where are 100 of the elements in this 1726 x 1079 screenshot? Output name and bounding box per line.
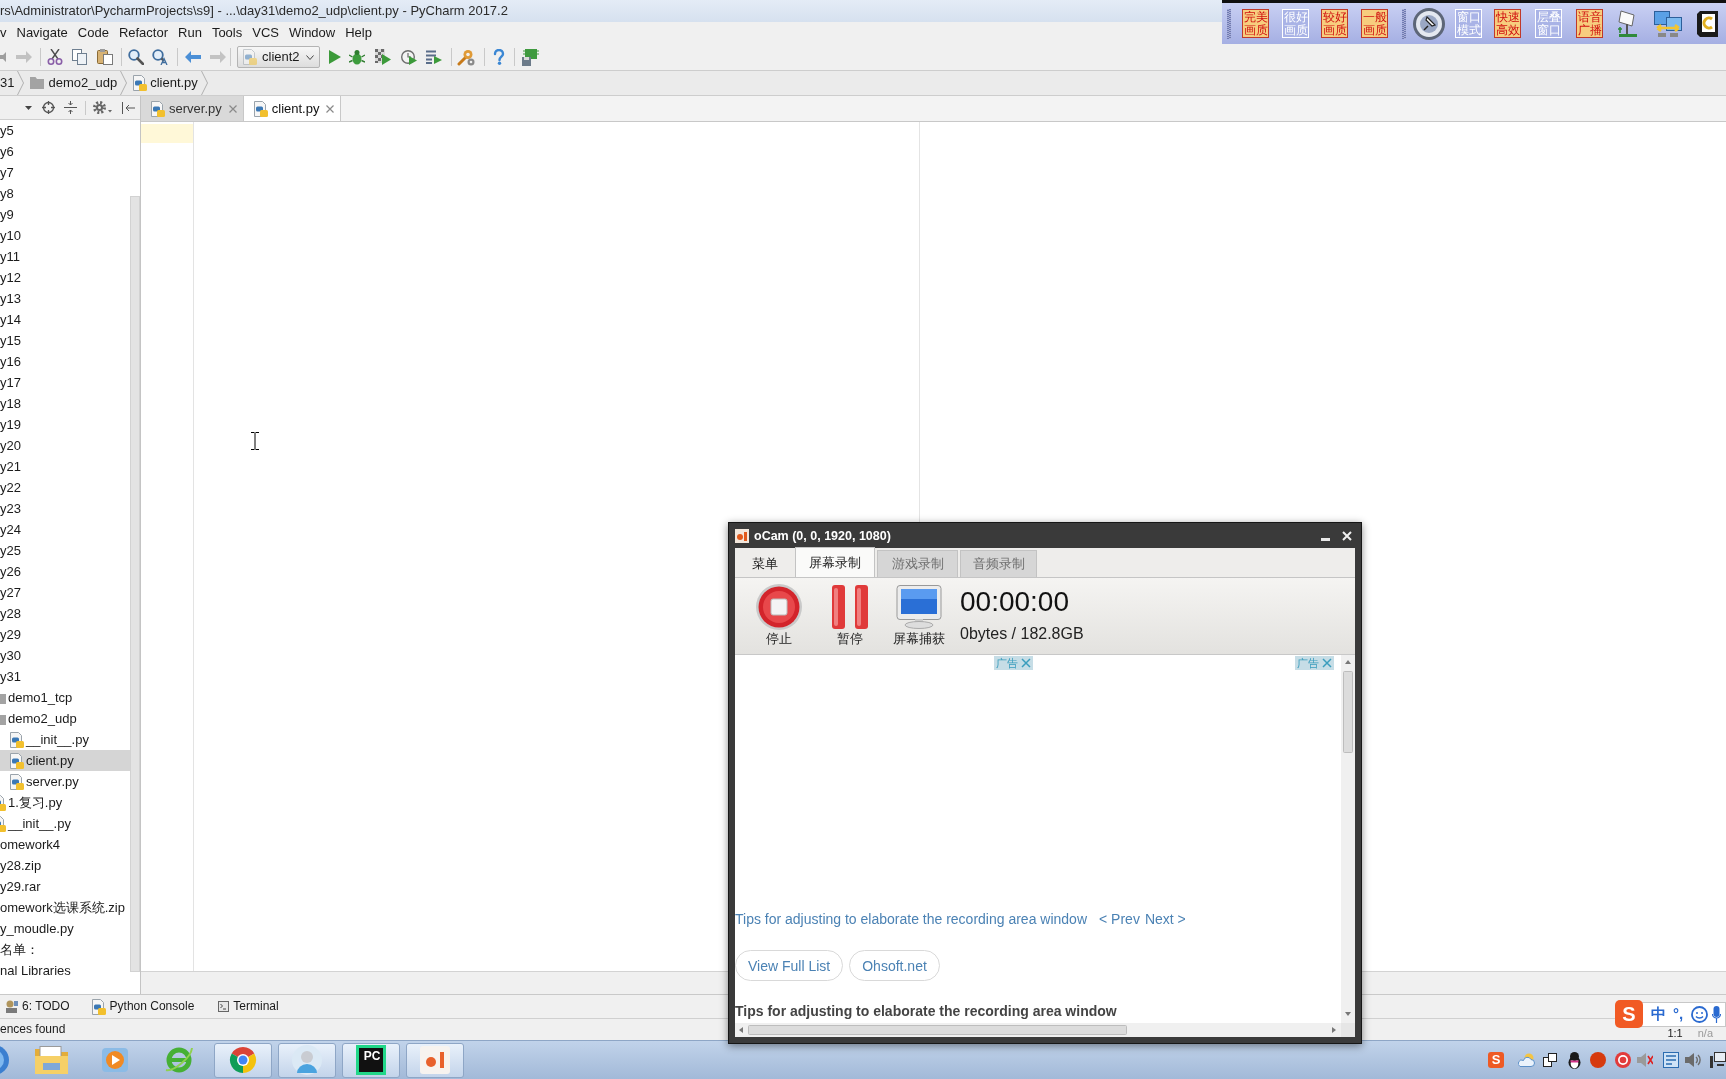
- target-icon[interactable]: [1615, 1052, 1631, 1068]
- pager-link[interactable]: < Prev: [1099, 910, 1140, 928]
- taskbar-button[interactable]: [278, 1042, 336, 1078]
- crosshair-icon[interactable]: [42, 101, 55, 114]
- ime-punctuation[interactable]: °,: [1673, 1005, 1684, 1023]
- tree-item[interactable]: y6: [0, 141, 130, 162]
- taskbar-button[interactable]: [406, 1042, 464, 1078]
- tree-item[interactable]: y30: [0, 645, 130, 666]
- search-icon[interactable]: [128, 49, 144, 65]
- tree-item[interactable]: y29: [0, 624, 130, 645]
- pill-button[interactable]: Ohsoft.net: [849, 950, 940, 981]
- tool-window-button[interactable]: Terminal: [218, 999, 279, 1014]
- tree-item[interactable]: y28: [0, 603, 130, 624]
- tree-item[interactable]: y12: [0, 267, 130, 288]
- help-icon[interactable]: [493, 49, 505, 65]
- collapse-left-icon[interactable]: [122, 101, 135, 114]
- tip-link[interactable]: Tips for adjusting to elaborate the recording area window: [735, 910, 1088, 928]
- tree-item[interactable]: nal Libraries: [0, 960, 130, 981]
- tree-item[interactable]: y14: [0, 309, 130, 330]
- smiley-icon[interactable]: [1691, 1005, 1709, 1023]
- tree-item[interactable]: y31: [0, 666, 130, 687]
- tree-item[interactable]: __init__.py: [0, 729, 130, 750]
- breadcrumb-item[interactable]: client.py: [133, 75, 198, 91]
- tree-item[interactable]: y16: [0, 351, 130, 372]
- menu-item[interactable]: Run: [178, 25, 202, 41]
- tree-item[interactable]: y19: [0, 414, 130, 435]
- scrollbar[interactable]: [130, 196, 140, 972]
- stop-button[interactable]: 停止: [749, 578, 809, 646]
- tree-item[interactable]: omework4: [0, 834, 130, 855]
- tree-item[interactable]: y22: [0, 477, 130, 498]
- tree-item[interactable]: y9: [0, 204, 130, 225]
- chip-icon[interactable]: [522, 48, 539, 66]
- replace-icon[interactable]: [152, 49, 168, 65]
- tree-item[interactable]: y26: [0, 561, 130, 582]
- taskbar-button[interactable]: PC: [342, 1042, 400, 1078]
- tree-item[interactable]: y13: [0, 288, 130, 309]
- tree-item[interactable]: __init__.py: [0, 813, 130, 834]
- tool-window-button[interactable]: 6: TODO: [5, 999, 70, 1014]
- menu-item[interactable]: Tools: [211, 25, 243, 41]
- caret-position[interactable]: 1:1: [1667, 1027, 1683, 1039]
- arrow-left-icon[interactable]: [185, 51, 201, 63]
- recorder-tab[interactable]: 菜单: [736, 550, 793, 577]
- volume-icon[interactable]: [1685, 1052, 1701, 1068]
- film-icon[interactable]: [1697, 10, 1718, 37]
- menu-item[interactable]: Refactor: [118, 25, 169, 41]
- tree-item[interactable]: client.py: [0, 750, 130, 771]
- tree-item[interactable]: 1.复习.py: [0, 792, 130, 813]
- windows-icon[interactable]: [1543, 1053, 1557, 1067]
- breadcrumb-item[interactable]: 31: [0, 75, 15, 91]
- menu-item[interactable]: Navigate: [16, 25, 68, 41]
- arrow-icon[interactable]: [0, 52, 6, 62]
- tree-item[interactable]: demo1_tcp: [0, 687, 130, 708]
- menu-item[interactable]: VCS: [252, 25, 279, 41]
- tree-item[interactable]: y25: [0, 540, 130, 561]
- clock-play-icon[interactable]: [401, 49, 417, 65]
- breadcrumb-item[interactable]: demo2_udp: [30, 75, 118, 91]
- settings-icon[interactable]: [457, 48, 475, 66]
- scissors-icon[interactable]: [47, 49, 63, 65]
- editor-tab[interactable]: server.py: [141, 96, 244, 121]
- pill-button[interactable]: View Full List: [735, 950, 844, 981]
- tree-item[interactable]: y7: [0, 162, 130, 183]
- monitors-arrow-icon[interactable]: [1654, 10, 1682, 37]
- collapse-icon[interactable]: [64, 101, 77, 114]
- toolbar-button[interactable]: 语音广播: [1576, 9, 1603, 38]
- menu-item[interactable]: Help: [345, 25, 372, 41]
- microphone-icon[interactable]: [1712, 1005, 1722, 1023]
- taskbar-button[interactable]: [214, 1042, 272, 1078]
- bug-icon[interactable]: [349, 49, 365, 65]
- capture-button[interactable]: 屏幕捕获: [889, 578, 949, 646]
- copy-icon[interactable]: [72, 49, 87, 65]
- tree-item[interactable]: y20: [0, 435, 130, 456]
- list-play-icon[interactable]: [426, 50, 442, 64]
- tree-item[interactable]: y_moudle.py: [0, 918, 130, 939]
- clipboard-icon[interactable]: [97, 49, 113, 65]
- toolbar-button[interactable]: 完美画质: [1242, 9, 1269, 38]
- tree-item[interactable]: y18: [0, 393, 130, 414]
- play-icon[interactable]: [329, 50, 341, 64]
- menu-item[interactable]: Code: [77, 25, 109, 41]
- editor-tab[interactable]: client.py: [243, 96, 342, 121]
- ime-mode[interactable]: 中: [1651, 1005, 1666, 1023]
- tree-item[interactable]: omework选课系统.zip: [0, 897, 130, 918]
- tree-item[interactable]: y8: [0, 183, 130, 204]
- run-config-dropdown[interactable]: client2: [237, 46, 320, 68]
- gear-icon[interactable]: [93, 101, 112, 114]
- toolbar-button[interactable]: 一般画质: [1361, 9, 1388, 38]
- tree-item[interactable]: y11: [0, 246, 130, 267]
- tree-item[interactable]: y17: [0, 372, 130, 393]
- list-icon[interactable]: [1663, 1052, 1679, 1068]
- penguin-icon[interactable]: [1567, 1051, 1582, 1069]
- tree-item[interactable]: y27: [0, 582, 130, 603]
- recorder-tab[interactable]: 游戏录制: [877, 550, 958, 577]
- recorder-tab[interactable]: 音频录制: [960, 550, 1037, 577]
- grip-icon[interactable]: [1227, 8, 1231, 39]
- record-dot-icon[interactable]: [1590, 1052, 1606, 1068]
- orb-icon[interactable]: [0, 1045, 9, 1075]
- toolbar-button[interactable]: 快速高效: [1494, 9, 1521, 38]
- tree-item[interactable]: y29.rar: [0, 876, 130, 897]
- screen-stand-icon[interactable]: [1617, 8, 1637, 39]
- tree-item[interactable]: y28.zip: [0, 855, 130, 876]
- pause-button[interactable]: 暂停: [820, 578, 880, 646]
